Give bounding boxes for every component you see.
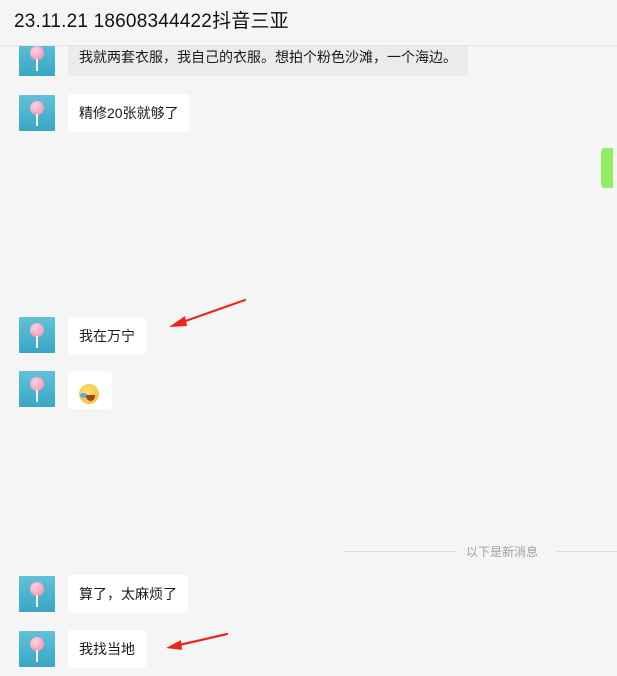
chat-header: 23.11.21 18608344422抖音三亚: [0, 0, 617, 46]
avatar[interactable]: [19, 631, 55, 667]
annotation-arrow-icon: [169, 298, 247, 327]
avatar[interactable]: [19, 317, 55, 353]
message-bubble[interactable]: 我找当地: [68, 630, 146, 668]
avatar[interactable]: [19, 95, 55, 131]
annotation-arrow-icon: [166, 632, 229, 650]
message-bubble[interactable]: [68, 371, 112, 409]
message-bubble[interactable]: 精修20张就够了: [68, 94, 190, 132]
crying-laughing-emoji-icon: [79, 384, 99, 404]
chat-title: 23.11.21 18608344422抖音三亚: [14, 11, 289, 32]
message-bubble[interactable]: 算了，太麻烦了: [68, 575, 188, 613]
divider-line: [557, 551, 617, 552]
avatar[interactable]: [19, 576, 55, 612]
avatar[interactable]: [19, 371, 55, 407]
divider-line: [344, 551, 456, 552]
self-message-bubble-edge[interactable]: [601, 148, 613, 188]
new-messages-divider: 以下是新消息: [466, 545, 539, 559]
message-bubble[interactable]: 我在万宁: [68, 317, 146, 355]
